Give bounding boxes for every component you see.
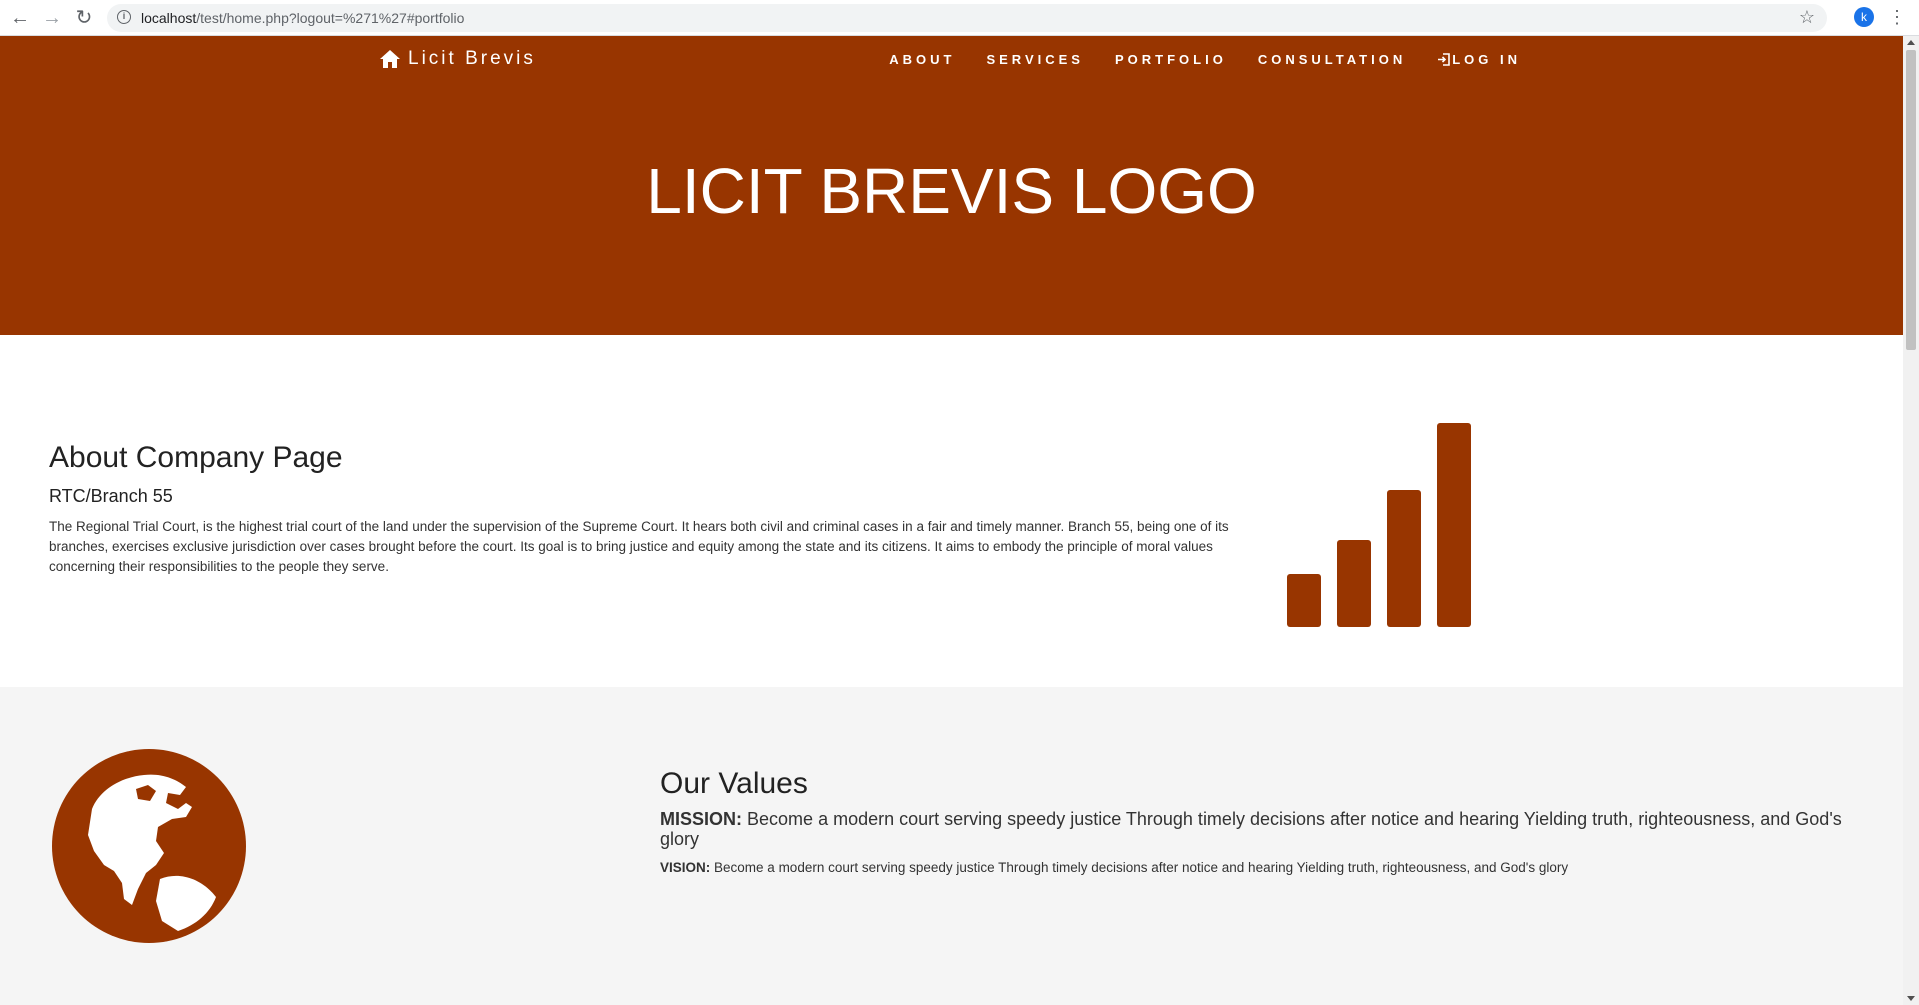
values-section: Our Values MISSION: Become a modern cour… [0, 687, 1903, 1005]
nav-services[interactable]: SERVICES [986, 52, 1084, 67]
navbar-brand[interactable]: Licit Brevis [380, 48, 536, 70]
reload-icon[interactable]: ↻ [72, 6, 96, 30]
nav-consultation[interactable]: CONSULTATION [1258, 52, 1406, 67]
browser-menu-icon[interactable]: ⋮ [1888, 5, 1906, 29]
vision-statement: VISION: Become a modern court serving sp… [660, 860, 1860, 875]
nav-login[interactable]: LOG IN [1437, 52, 1521, 67]
vision-text: Become a modern court serving speedy jus… [714, 860, 1569, 875]
nav-portfolio[interactable]: PORTFOLIO [1115, 52, 1227, 67]
browser-toolbar: ← → ↻ i localhost/test/home.php?logout=%… [0, 0, 1919, 36]
about-heading: About Company Page [49, 441, 343, 474]
about-body: The Regional Trial Court, is the highest… [49, 519, 1229, 574]
forward-arrow-icon[interactable]: → [40, 6, 64, 30]
about-subheading: RTC/Branch 55 [49, 486, 173, 506]
bookmark-star-icon[interactable]: ☆ [1799, 7, 1815, 28]
main-nav: ABOUT SERVICES PORTFOLIO CONSULTATION LO… [889, 52, 1521, 67]
brand-name: Licit Brevis [408, 48, 536, 69]
back-arrow-icon[interactable]: ← [8, 6, 32, 30]
url-path: /test/home.php?logout=%271%27#portfolio [196, 10, 465, 26]
nav-about[interactable]: ABOUT [889, 52, 955, 67]
vision-label: VISION: [660, 860, 711, 875]
page-scrollbar[interactable] [1903, 36, 1919, 1005]
hero-header: Licit Brevis ABOUT SERVICES PORTFOLIO CO… [0, 36, 1903, 335]
url-host: localhost [141, 10, 197, 26]
profile-avatar[interactable]: k [1854, 7, 1874, 27]
signal-bars-icon [1287, 423, 1471, 627]
mission-statement: MISSION: Become a modern court serving s… [660, 809, 1860, 849]
mission-label: MISSION: [660, 809, 743, 829]
hero-title: LICIT BREVIS LOGO [646, 155, 1257, 227]
address-url[interactable]: localhost/test/home.php?logout=%271%27#p… [141, 10, 464, 26]
scroll-down-arrow-icon[interactable] [1907, 996, 1915, 1001]
login-icon [1438, 53, 1451, 66]
nav-login-label: LOG IN [1452, 52, 1521, 67]
site-info-icon[interactable]: i [117, 10, 131, 24]
mission-text: Become a modern court serving speedy jus… [660, 809, 1842, 849]
scrollbar-thumb[interactable] [1906, 50, 1916, 350]
globe-americas-icon [52, 749, 246, 943]
about-section: About Company Page RTC/Branch 55 The Reg… [0, 335, 1903, 687]
home-icon [380, 50, 400, 68]
values-heading: Our Values [660, 767, 808, 800]
scroll-up-arrow-icon[interactable] [1907, 40, 1915, 45]
address-bar[interactable]: i localhost/test/home.php?logout=%271%27… [107, 4, 1827, 32]
